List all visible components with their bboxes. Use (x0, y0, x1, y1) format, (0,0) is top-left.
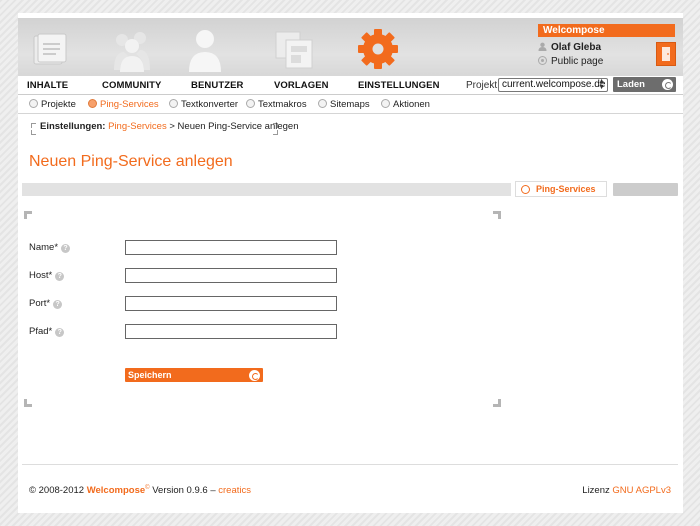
logout-button[interactable] (656, 42, 676, 66)
save-button[interactable]: Speichern (125, 368, 263, 382)
port-field[interactable] (125, 296, 337, 311)
laden-label: Laden (617, 79, 645, 90)
subnav-textmakros[interactable]: Textmakros (246, 99, 307, 110)
toolbar-bar (22, 183, 511, 196)
host-label: Host*? (29, 270, 65, 281)
save-button-label: Speichern (128, 370, 172, 380)
form-corner (24, 211, 32, 219)
copyright-text: © 2008-2012 (29, 485, 85, 497)
app-window: Welcompose Olaf Gleba Public page INHALT… (18, 13, 683, 513)
community-icon[interactable] (108, 26, 156, 72)
subnav-projekte[interactable]: Projekte (29, 99, 76, 110)
name-label-text: Name* (29, 242, 59, 253)
nav-community[interactable]: COMMUNITY (102, 80, 161, 91)
ping-services-link-label: Ping-Services (536, 184, 596, 194)
form-corner (24, 399, 32, 407)
help-icon[interactable]: ? (55, 328, 65, 337)
form-corner (493, 211, 501, 219)
breadcrumb: Einstellungen: Ping-Services > Neuen Pin… (40, 121, 299, 135)
pfad-label-text: Pfad* (29, 326, 53, 337)
radio-icon (381, 99, 390, 108)
back-arrow-icon (521, 185, 530, 194)
sub-navigation: Projekte Ping-Services Textkonverter Tex… (18, 96, 683, 114)
user-small-icon (538, 42, 547, 51)
version-text: Version 0.9.6 – (152, 485, 216, 497)
public-page-label: Public page (551, 56, 604, 67)
subnav-label: Sitemaps (330, 99, 370, 110)
port-label-text: Port* (29, 298, 51, 309)
host-field[interactable] (125, 268, 337, 283)
subnav-label: Projekte (41, 99, 76, 110)
nav-einstellungen[interactable]: EINSTELLUNGEN (358, 80, 440, 91)
subnav-textkonverter[interactable]: Textkonverter (169, 99, 238, 110)
footer-brand-link[interactable]: Welcompose (87, 485, 145, 496)
public-page-link[interactable]: Public page (538, 56, 603, 67)
header: Welcompose Olaf Gleba Public page (18, 18, 683, 79)
subnav-label: Ping-Services (100, 99, 159, 110)
license-label: Lizenz (582, 485, 610, 496)
globe-icon (538, 56, 547, 65)
radio-icon (169, 99, 178, 108)
subnav-label: Textmakros (258, 99, 307, 110)
pfad-field[interactable] (125, 324, 337, 339)
creatics-link[interactable]: creatics (218, 485, 251, 496)
content-icon[interactable] (26, 26, 74, 72)
nav-inhalte[interactable]: INHALTE (27, 80, 68, 91)
subnav-label: Textkonverter (181, 99, 239, 110)
brand-badge: Welcompose (538, 24, 675, 37)
page-title: Neuen Ping-Service anlegen (29, 153, 233, 170)
settings-gear-icon[interactable] (354, 26, 402, 72)
subnav-aktionen[interactable]: Aktionen (381, 99, 430, 110)
help-icon[interactable]: ? (55, 272, 65, 281)
breadcrumb-section: Einstellungen: (40, 121, 106, 132)
help-icon[interactable]: ? (53, 300, 63, 309)
pfad-label: Pfad*? (29, 326, 65, 337)
footer-divider (22, 464, 678, 465)
breadcrumb-current: Neuen Ping-Service anlegen (177, 121, 299, 132)
toolbar-placeholder-button (613, 183, 678, 196)
templates-icon[interactable] (270, 26, 318, 72)
laden-button[interactable]: Laden (613, 77, 676, 92)
radio-icon (318, 99, 327, 108)
footer-license: Lizenz GNU AGPLv3 (582, 485, 671, 496)
door-exit-icon (662, 47, 670, 61)
footer-copyright: © 2008-2012 Welcompose© Version 0.9.6 – … (29, 485, 251, 496)
subnav-label: Aktionen (393, 99, 430, 110)
host-label-text: Host* (29, 270, 53, 281)
subnav-sitemaps[interactable]: Sitemaps (318, 99, 370, 110)
ping-services-back-link[interactable]: Ping-Services (515, 181, 607, 197)
radio-icon (29, 99, 38, 108)
breadcrumb-link[interactable]: Ping-Services (108, 121, 167, 132)
port-label: Port*? (29, 298, 63, 309)
user-icon[interactable] (181, 26, 229, 72)
form-corner (493, 399, 501, 407)
main-navigation: INHALTE COMMUNITY BENUTZER VORLAGEN EINS… (18, 76, 683, 95)
license-link[interactable]: GNU AGPLv3 (612, 485, 671, 496)
user-name-label: Olaf Gleba (551, 42, 602, 53)
breadcrumb-separator: > (169, 121, 175, 132)
arrow-circle-icon (249, 370, 260, 381)
projekt-label: Projekt: (466, 80, 500, 91)
select-arrows-icon: ▲ ▼ (598, 78, 605, 91)
breadcrumb-corner (31, 123, 36, 128)
help-icon[interactable]: ? (61, 244, 71, 253)
radio-icon (246, 99, 255, 108)
breadcrumb-corner (31, 130, 36, 135)
name-field[interactable] (125, 240, 337, 255)
footer-brand-sup: © (145, 485, 150, 491)
nav-vorlagen[interactable]: VORLAGEN (274, 80, 329, 91)
radio-active-icon (88, 99, 97, 108)
name-label: Name*? (29, 242, 71, 253)
subnav-ping-services[interactable]: Ping-Services (88, 99, 159, 110)
projekt-select-value: current.welcompose.de (502, 79, 606, 90)
projekt-select[interactable]: current.welcompose.de ▲ ▼ (498, 78, 608, 92)
user-name[interactable]: Olaf Gleba (538, 42, 601, 53)
nav-benutzer[interactable]: BENUTZER (191, 80, 244, 91)
arrow-circle-icon (662, 79, 673, 90)
